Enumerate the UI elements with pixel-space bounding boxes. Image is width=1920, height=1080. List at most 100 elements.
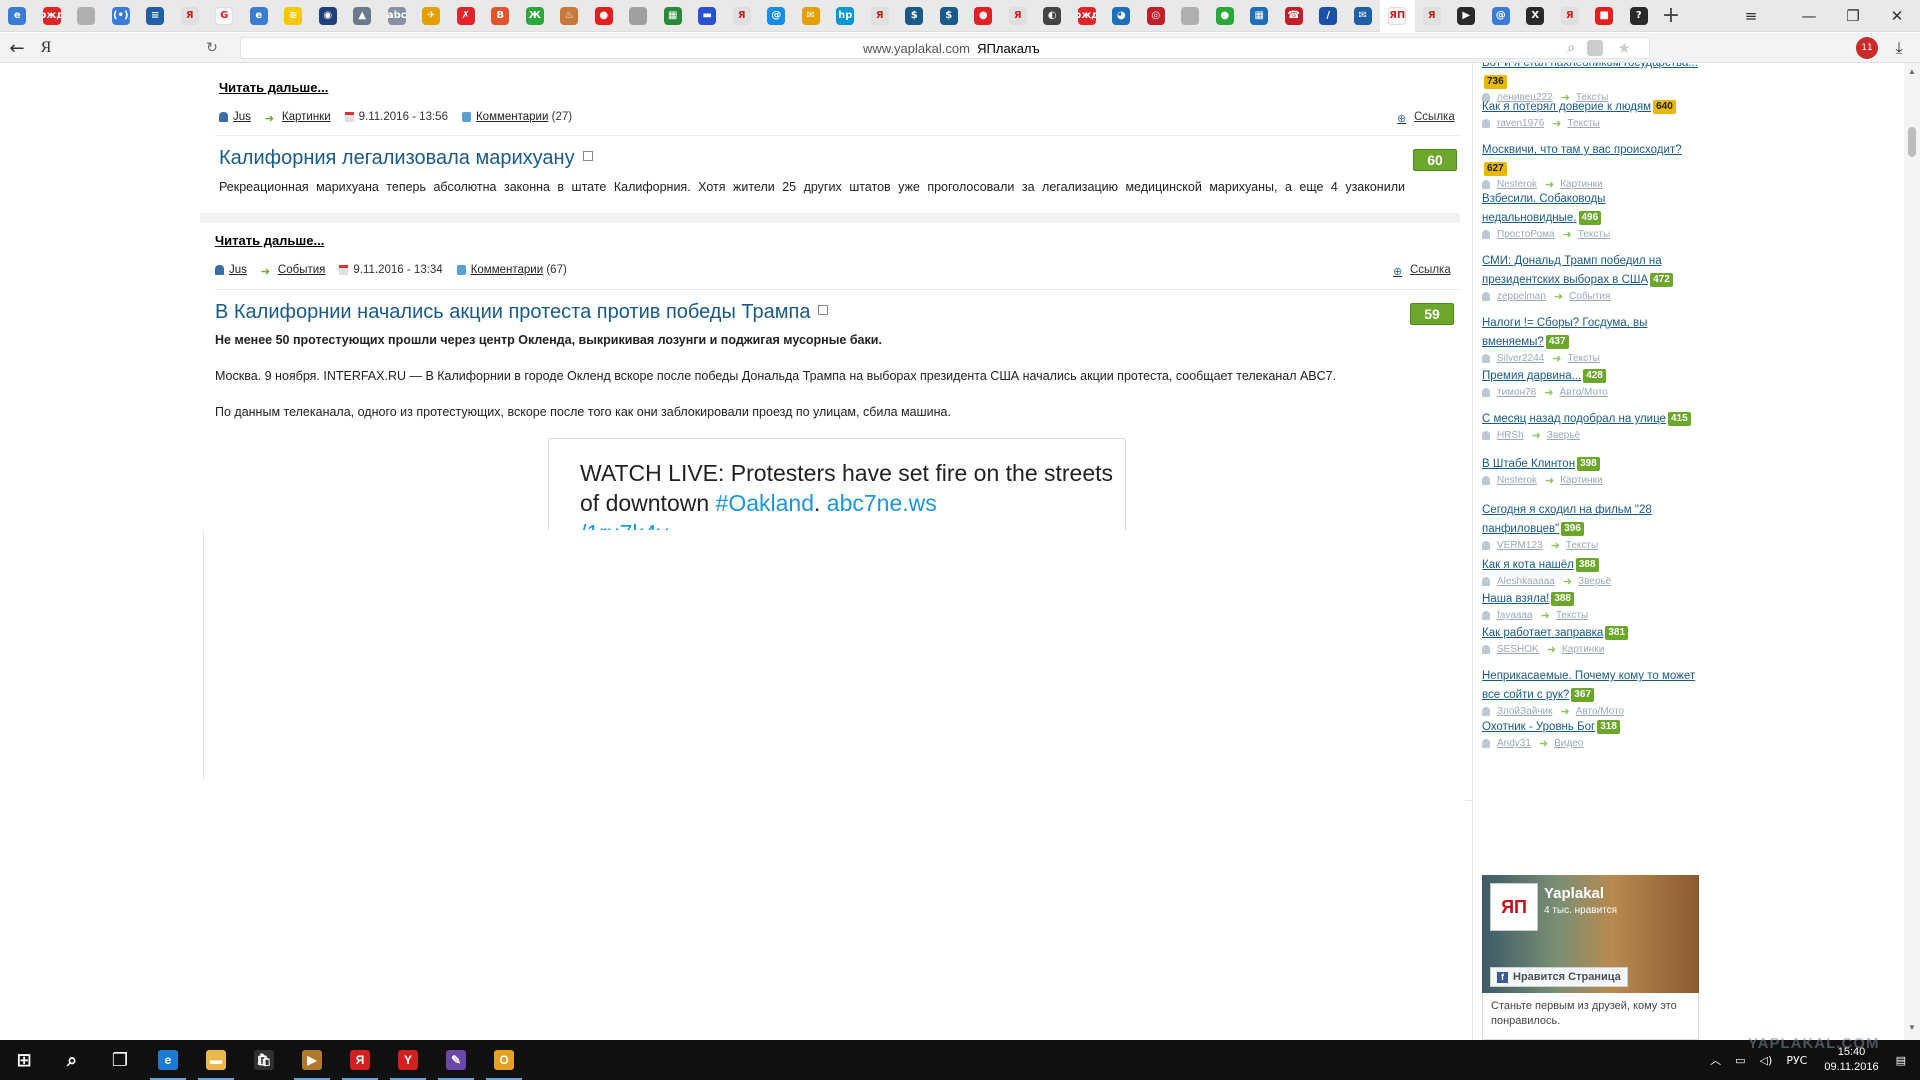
- tray-chevron-icon[interactable]: ︿: [1710, 1052, 1721, 1068]
- sidebar-post-category[interactable]: Видео: [1554, 738, 1583, 749]
- embedded-tweet[interactable]: WATCH LIVE: Protesters have set fire on …: [548, 438, 1126, 530]
- browser-tab[interactable]: Я: [1553, 0, 1588, 32]
- browser-tab[interactable]: Я: [725, 0, 760, 32]
- volume-icon[interactable]: ◁): [1760, 1054, 1773, 1067]
- language-indicator[interactable]: РУС: [1786, 1054, 1807, 1067]
- browser-tab[interactable]: $: [932, 0, 967, 32]
- browser-tab[interactable]: ржд: [35, 0, 70, 32]
- sidebar-post-category[interactable]: Авто/Мото: [1559, 387, 1607, 398]
- page-scrollbar[interactable]: ▲ ▼: [1904, 63, 1920, 1040]
- sidebar-post-category[interactable]: Тексты: [1567, 353, 1599, 364]
- sidebar-post-author[interactable]: ЗлойЗайчик: [1497, 706, 1553, 717]
- browser-tab[interactable]: ▦: [656, 0, 691, 32]
- sidebar-post-title[interactable]: Как я кота нашёл: [1482, 559, 1574, 571]
- network-icon[interactable]: ▭: [1735, 1054, 1745, 1067]
- sidebar-post-category[interactable]: Тексты: [1567, 118, 1599, 129]
- sidebar-post-category[interactable]: Зверьё: [1578, 576, 1611, 587]
- sidebar-post-author[interactable]: fayaaaa: [1497, 610, 1533, 621]
- menu-button[interactable]: ≡: [1728, 0, 1774, 32]
- new-tab-button[interactable]: +: [1656, 0, 1686, 32]
- browser-tab[interactable]: G: [207, 0, 242, 32]
- browser-tab[interactable]: ●: [966, 0, 1001, 32]
- sidebar-post-category[interactable]: События: [1569, 291, 1610, 302]
- browser-tab[interactable]: /: [1311, 0, 1346, 32]
- browser-tab[interactable]: ЯП: [1380, 0, 1415, 32]
- sidebar-post-author[interactable]: HRSh: [1497, 430, 1524, 441]
- browser-tab[interactable]: @: [1484, 0, 1519, 32]
- taskbar-button[interactable]: Y: [384, 1040, 432, 1080]
- browser-tab[interactable]: ▦: [1242, 0, 1277, 32]
- browser-tab[interactable]: B: [483, 0, 518, 32]
- browser-tab[interactable]: [1173, 0, 1208, 32]
- sidebar-post-author[interactable]: Nesterok: [1497, 475, 1537, 486]
- browser-tab[interactable]: @: [759, 0, 794, 32]
- browser-tab[interactable]: ◕: [1104, 0, 1139, 32]
- sidebar-post-author[interactable]: Aleshkaaaaa: [1497, 576, 1555, 587]
- browser-tab[interactable]: ▬: [690, 0, 725, 32]
- browser-tab[interactable]: [621, 0, 656, 32]
- taskbar-button[interactable]: 🛍: [240, 1040, 288, 1080]
- browser-tab[interactable]: ((•)): [104, 0, 139, 32]
- sidebar-post-category[interactable]: Картинки: [1562, 644, 1604, 655]
- sidebar-post-title[interactable]: В Штабе Клинтон: [1482, 458, 1575, 470]
- browser-tab[interactable]: ?: [1622, 0, 1657, 32]
- browser-tab[interactable]: [69, 0, 104, 32]
- sidebar-post-title[interactable]: Москвичи, что там у вас происходит?: [1482, 144, 1682, 156]
- scroll-down-icon[interactable]: ▼: [1908, 1023, 1916, 1032]
- facebook-page-widget[interactable]: ЯП Yaplakal 4 тыс. нравится f Нравится Ст…: [1482, 875, 1699, 993]
- browser-tab[interactable]: e: [0, 0, 35, 32]
- taskbar-button[interactable]: ❐: [96, 1040, 144, 1080]
- sidebar-post-title[interactable]: Как работает заправка: [1482, 627, 1603, 639]
- sidebar-post-title[interactable]: Как я потерял доверие к людям: [1482, 101, 1651, 113]
- taskbar-button[interactable]: O: [480, 1040, 528, 1080]
- browser-tab[interactable]: ●: [1208, 0, 1243, 32]
- sidebar-post-author[interactable]: VERM123: [1497, 540, 1543, 551]
- browser-tab[interactable]: ☎: [1277, 0, 1312, 32]
- browser-tab[interactable]: ▶: [1449, 0, 1484, 32]
- browser-tab[interactable]: $: [897, 0, 932, 32]
- browser-tab[interactable]: Я: [173, 0, 208, 32]
- tweet-link-path[interactable]: /1ru7k4y: [580, 520, 668, 530]
- browser-tab[interactable]: ≡: [138, 0, 173, 32]
- bookmark-star-icon[interactable]: ★: [1618, 39, 1631, 57]
- yandex-home-button[interactable]: Я: [36, 37, 56, 59]
- taskbar-button[interactable]: ⌕: [48, 1040, 96, 1080]
- browser-tab[interactable]: abc: [380, 0, 415, 32]
- facebook-page-name[interactable]: Yaplakal: [1544, 885, 1604, 902]
- sidebar-post-category[interactable]: Авто/Мото: [1576, 706, 1624, 717]
- browser-tab[interactable]: Я: [1415, 0, 1450, 32]
- sidebar-post-category[interactable]: Картинки: [1560, 475, 1602, 486]
- search-icon[interactable]: ⌕: [1567, 40, 1575, 56]
- scroll-up-icon[interactable]: ▲: [1908, 67, 1916, 76]
- sidebar-post-category[interactable]: Тексты: [1566, 540, 1598, 551]
- notification-center-icon[interactable]: ▤: [1896, 1054, 1906, 1067]
- sidebar-post-author[interactable]: zeppelman: [1497, 291, 1546, 302]
- sidebar-post-author[interactable]: SESHOK: [1497, 644, 1539, 655]
- browser-tab[interactable]: Ж: [518, 0, 553, 32]
- browser-tab[interactable]: ✗: [449, 0, 484, 32]
- reload-icon[interactable]: ↻: [201, 37, 223, 59]
- sidebar-post-title[interactable]: С месяц назад подобрал на улице: [1482, 413, 1666, 425]
- browser-tab[interactable]: ✉: [1346, 0, 1381, 32]
- taskbar-button[interactable]: e: [144, 1040, 192, 1080]
- taskbar-button[interactable]: ⊞: [0, 1040, 48, 1080]
- browser-tab[interactable]: ◐: [1035, 0, 1070, 32]
- sidebar-post-category[interactable]: Тексты: [1578, 229, 1610, 240]
- browser-tab[interactable]: ●: [587, 0, 622, 32]
- taskbar-button[interactable]: ✎: [432, 1040, 480, 1080]
- browser-tab[interactable]: Я: [1001, 0, 1036, 32]
- browser-tab[interactable]: ▲: [345, 0, 380, 32]
- taskbar-button[interactable]: ▬: [192, 1040, 240, 1080]
- taskbar-button[interactable]: ▶: [288, 1040, 336, 1080]
- browser-tab[interactable]: ✉: [794, 0, 829, 32]
- close-window-button[interactable]: ✕: [1874, 0, 1920, 32]
- tweet-hashtag[interactable]: #Oakland: [716, 490, 814, 516]
- minimize-button[interactable]: —: [1786, 0, 1832, 32]
- browser-tab[interactable]: ржд: [1070, 0, 1105, 32]
- browser-tab[interactable]: ♨: [552, 0, 587, 32]
- sidebar-post-title[interactable]: Наша взяла!: [1482, 593, 1549, 605]
- browser-tab[interactable]: Я: [863, 0, 898, 32]
- taskbar-button[interactable]: Я: [336, 1040, 384, 1080]
- sidebar-post-title[interactable]: Премия дарвина...: [1482, 370, 1581, 382]
- scroll-thumb[interactable]: [1908, 127, 1916, 157]
